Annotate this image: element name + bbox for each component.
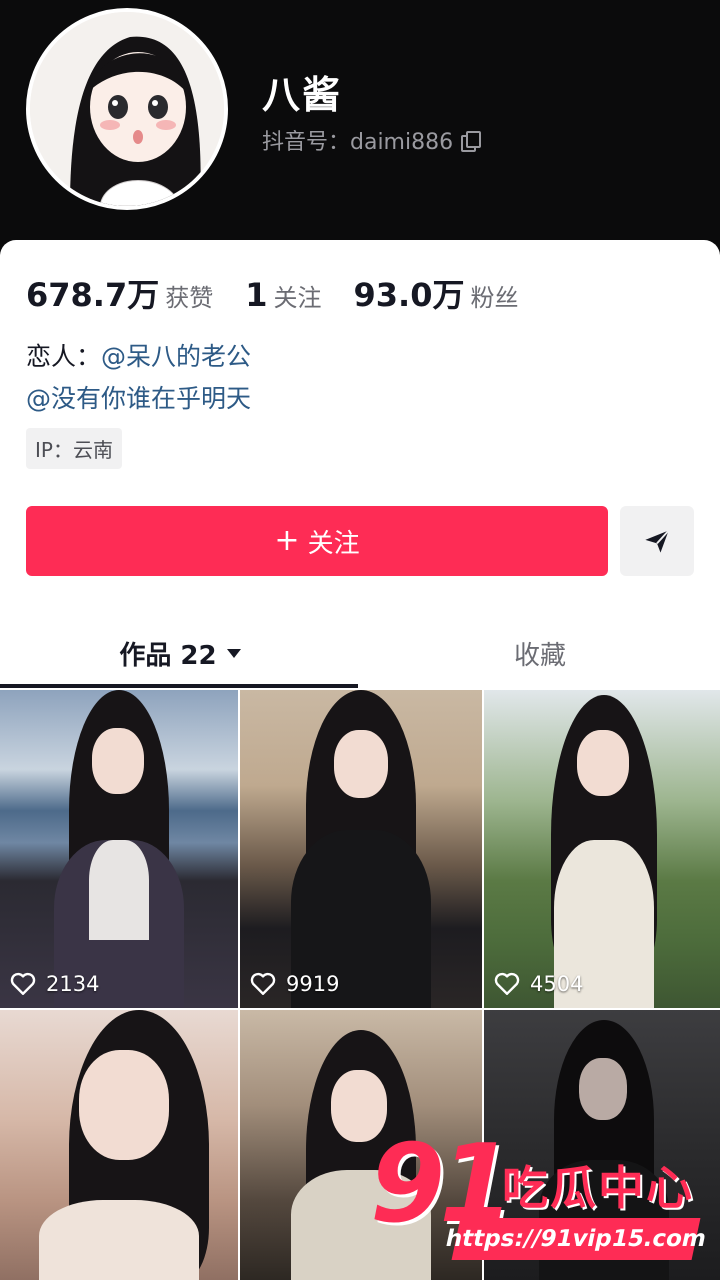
thumbnail-face bbox=[92, 728, 144, 794]
thumbnail-person bbox=[29, 1010, 209, 1280]
heart-icon bbox=[494, 972, 520, 995]
avatar[interactable] bbox=[26, 8, 228, 210]
bio-line-1: 恋人：@呆八的老公 bbox=[26, 336, 251, 378]
watermark-url: https://91vip15.com bbox=[443, 1218, 709, 1260]
stat-followers[interactable]: 93.0万 粉丝 bbox=[354, 270, 519, 316]
video-thumbnail[interactable]: 2134 bbox=[0, 690, 238, 1008]
share-button[interactable] bbox=[620, 506, 694, 576]
stat-likes[interactable]: 678.7万 获赞 bbox=[26, 270, 213, 316]
stat-label: 粉丝 bbox=[470, 284, 519, 312]
thumbnail-person bbox=[276, 690, 446, 1008]
send-icon bbox=[645, 529, 670, 553]
bio-line-2: @没有你谁在乎明天 bbox=[26, 378, 251, 420]
douyin-id: 抖音号：daimi886 bbox=[262, 130, 454, 155]
follow-button-label: 关注 bbox=[307, 528, 360, 559]
thumbnail-person bbox=[529, 690, 679, 1008]
like-count: 9919 bbox=[250, 972, 339, 996]
watermark-text: 吃瓜中心 bbox=[502, 1161, 694, 1215]
like-count-value: 9919 bbox=[286, 972, 340, 996]
mention-link[interactable]: @没有你谁在乎明天 bbox=[26, 384, 251, 413]
ip-location-tag: IP：云南 bbox=[26, 428, 122, 469]
thumbnail-face bbox=[577, 730, 629, 796]
stat-label: 关注 bbox=[273, 284, 322, 312]
heart-icon bbox=[250, 972, 276, 995]
profile-nickname: 八酱 bbox=[262, 73, 343, 117]
like-count-value: 4504 bbox=[530, 972, 584, 996]
video-thumbnail[interactable]: 4504 bbox=[484, 690, 720, 1008]
stat-label: 获赞 bbox=[165, 284, 214, 312]
stats-row: 678.7万 获赞 1 关注 93.0万 粉丝 bbox=[26, 270, 550, 316]
thumbnail-person bbox=[44, 690, 194, 1008]
follow-button[interactable]: + 关注 bbox=[26, 506, 608, 576]
stat-number: 1 bbox=[245, 276, 268, 314]
like-count: 2134 bbox=[10, 972, 99, 996]
stat-following[interactable]: 1 关注 bbox=[245, 276, 321, 314]
avatar-illustration bbox=[30, 12, 224, 206]
copy-icon[interactable] bbox=[461, 131, 482, 152]
mention-link[interactable]: @呆八的老公 bbox=[101, 342, 251, 371]
thumbnail-body bbox=[39, 1200, 199, 1280]
video-thumbnail[interactable]: 9919 bbox=[240, 690, 482, 1008]
thumbnail-face bbox=[579, 1058, 627, 1120]
plus-icon: + bbox=[274, 523, 300, 558]
profile-header: 八酱 抖音号：daimi886 bbox=[0, 0, 720, 245]
content-tabs: 作品 22 收藏 bbox=[0, 620, 720, 690]
video-thumbnail[interactable] bbox=[0, 1010, 238, 1280]
like-count-value: 2134 bbox=[46, 972, 100, 996]
watermark-logo: 91 吃瓜中心 https://91vip15.com bbox=[370, 1122, 710, 1272]
like-count: 4504 bbox=[494, 972, 583, 996]
stat-number: 93.0万 bbox=[353, 276, 465, 314]
stat-number: 678.7万 bbox=[26, 276, 160, 314]
thumbnail-shirt bbox=[89, 840, 149, 940]
profile-bio: 恋人：@呆八的老公 @没有你谁在乎明天 bbox=[26, 336, 251, 420]
thumbnail-face bbox=[334, 730, 388, 798]
heart-icon bbox=[10, 972, 36, 995]
bio-prefix: 恋人： bbox=[26, 342, 102, 371]
thumbnail-face bbox=[79, 1050, 169, 1160]
caret-down-icon bbox=[226, 648, 241, 658]
tab-favorites[interactable]: 收藏 bbox=[360, 620, 720, 686]
tab-active-indicator bbox=[0, 684, 358, 688]
tab-works[interactable]: 作品 22 bbox=[0, 620, 360, 686]
douyin-id-row[interactable]: 抖音号：daimi886 bbox=[262, 124, 482, 156]
tab-favorites-label: 收藏 bbox=[513, 640, 566, 671]
tab-works-label: 作品 22 bbox=[119, 640, 217, 671]
